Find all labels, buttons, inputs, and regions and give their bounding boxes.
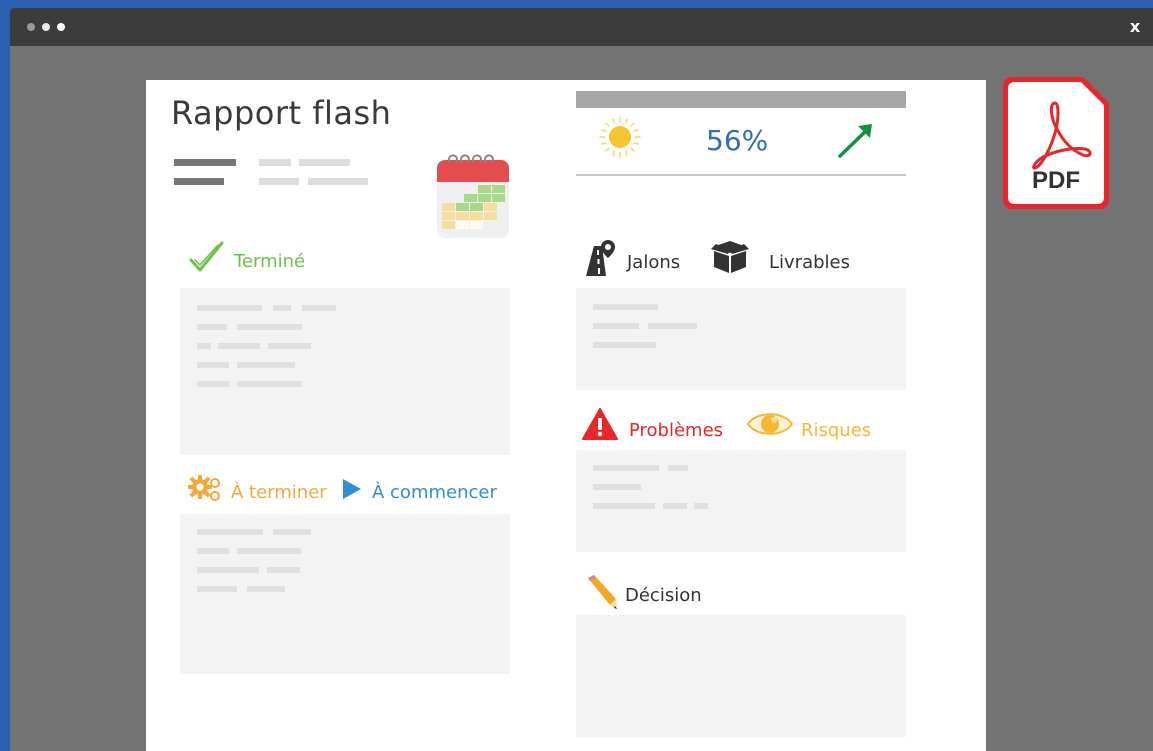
road-pin-icon bbox=[586, 240, 615, 276]
window-dot-2[interactable] bbox=[42, 23, 50, 31]
pencil-icon bbox=[588, 575, 617, 609]
eye-icon bbox=[746, 413, 794, 435]
placeholder-bar bbox=[299, 159, 350, 166]
section-decision-label: Décision bbox=[625, 585, 702, 606]
placeholder-line bbox=[302, 305, 336, 311]
decision-panel bbox=[576, 615, 906, 737]
placeholder-line bbox=[593, 342, 656, 348]
placeholder-line bbox=[668, 465, 688, 471]
placeholder-line bbox=[648, 323, 697, 329]
box-icon bbox=[711, 241, 749, 273]
pdf-label: PDF bbox=[1032, 167, 1080, 194]
check-icon bbox=[189, 241, 224, 272]
placeholder-line bbox=[694, 503, 708, 509]
section-deliverables-label: Livrables bbox=[769, 252, 850, 273]
placeholder-line bbox=[663, 503, 687, 509]
placeholder-line bbox=[218, 343, 260, 349]
placeholder-line bbox=[593, 465, 659, 471]
window-dot-3[interactable] bbox=[57, 23, 65, 31]
placeholder-line bbox=[197, 381, 229, 387]
placeholder-bar bbox=[174, 159, 236, 166]
section-to-finish-label: À terminer bbox=[231, 482, 327, 503]
placeholder-line bbox=[593, 503, 655, 509]
placeholder-line bbox=[197, 548, 229, 554]
progress-value: 56% bbox=[706, 124, 769, 157]
gears-icon bbox=[188, 475, 220, 501]
placeholder-bar bbox=[308, 178, 368, 185]
window-dot-1[interactable] bbox=[27, 23, 35, 31]
placeholder-line bbox=[267, 567, 300, 573]
placeholder-line bbox=[237, 362, 295, 368]
section-milestones-label: Jalons bbox=[627, 252, 681, 273]
calendar-icon bbox=[437, 154, 509, 238]
placeholder-line bbox=[237, 324, 302, 330]
placeholder-line bbox=[247, 586, 285, 592]
app-window: x Rapport flash Terminé À terminer À com… bbox=[10, 8, 1153, 751]
weather-header-bar bbox=[576, 91, 906, 108]
arrow-up-right-icon bbox=[838, 124, 872, 158]
placeholder-line bbox=[197, 324, 227, 330]
section-risks-label: Risques bbox=[801, 420, 872, 441]
weather-divider bbox=[576, 174, 906, 176]
placeholder-bar bbox=[259, 178, 299, 185]
title-bar: x bbox=[10, 8, 1153, 46]
placeholder-line bbox=[197, 586, 237, 592]
placeholder-line bbox=[197, 567, 259, 573]
section-done-label: Terminé bbox=[234, 251, 306, 272]
sun-icon bbox=[599, 116, 641, 158]
placeholder-line bbox=[593, 484, 641, 490]
page-title: Rapport flash bbox=[171, 94, 392, 132]
done-panel bbox=[180, 288, 510, 455]
play-icon bbox=[343, 479, 361, 499]
placeholder-line bbox=[197, 529, 263, 535]
section-problems-label: Problèmes bbox=[629, 420, 724, 441]
section-to-start-label: À commencer bbox=[372, 482, 497, 503]
milestones-panel bbox=[576, 288, 906, 390]
todo-panel bbox=[180, 514, 510, 674]
report-page: Rapport flash Terminé À terminer À comme… bbox=[146, 80, 986, 751]
problems-panel bbox=[576, 450, 906, 552]
placeholder-bar bbox=[174, 178, 224, 185]
warning-icon bbox=[582, 408, 618, 440]
placeholder-line bbox=[197, 305, 262, 311]
placeholder-line bbox=[273, 305, 291, 311]
placeholder-bar bbox=[259, 159, 291, 166]
placeholder-line bbox=[197, 362, 229, 368]
close-button[interactable]: x bbox=[1125, 16, 1145, 38]
placeholder-line bbox=[237, 548, 301, 554]
placeholder-line bbox=[593, 304, 658, 310]
placeholder-line bbox=[273, 529, 311, 535]
placeholder-line bbox=[268, 343, 311, 349]
placeholder-line bbox=[593, 323, 639, 329]
pdf-button[interactable]: PDF bbox=[1001, 75, 1111, 211]
placeholder-line bbox=[237, 381, 302, 387]
placeholder-line bbox=[197, 343, 211, 349]
